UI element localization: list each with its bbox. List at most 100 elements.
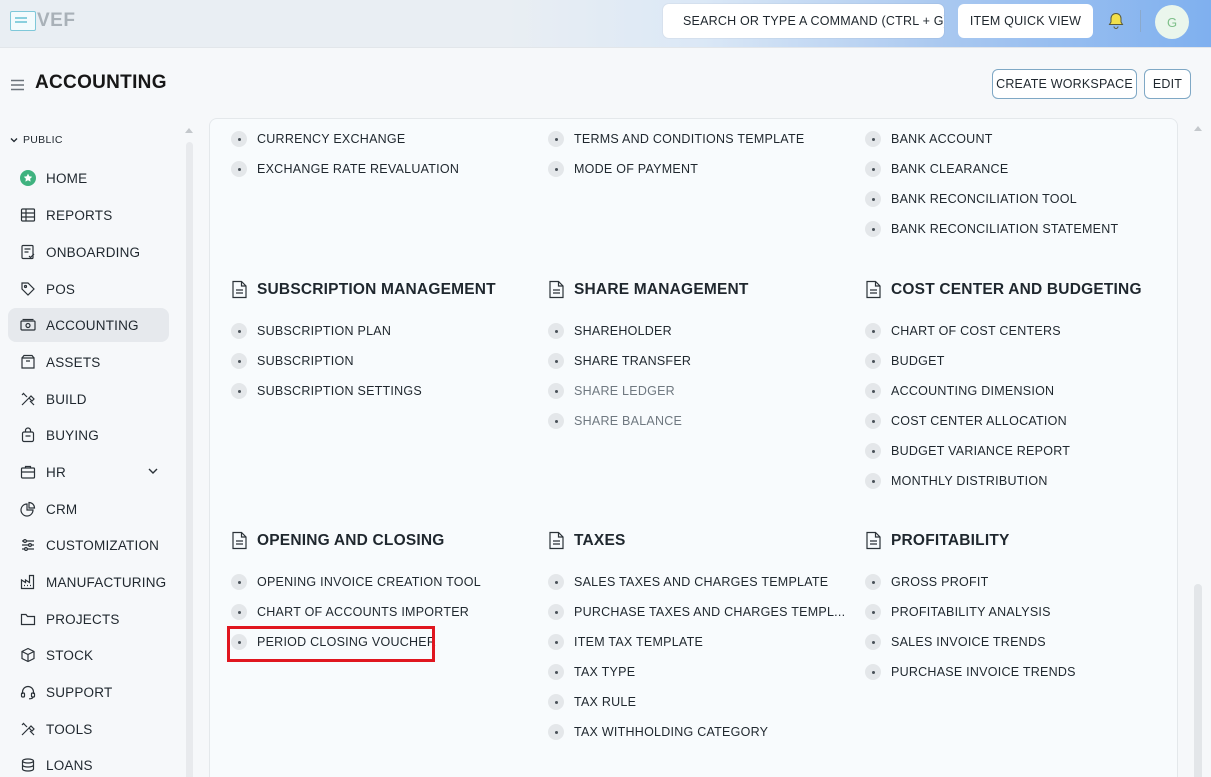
link-share-balance[interactable]: SHARE BALANCE [548,413,682,429]
link-bank-account[interactable]: BANK ACCOUNT [865,131,993,147]
link-accounting-dimension[interactable]: ACCOUNTING DIMENSION [865,383,1054,399]
sidebar-toggle-icon[interactable] [10,78,25,92]
document-icon [549,531,564,550]
user-avatar[interactable]: G [1155,5,1189,39]
card-title-text: PROFITABILITY [891,531,1010,549]
link-monthly-distribution[interactable]: MONTHLY DISTRIBUTION [865,473,1048,489]
link-mode-of-payment[interactable]: MODE OF PAYMENT [548,161,698,177]
sidebar-item-tools[interactable]: TOOLS [8,712,169,746]
card-title-text: SUBSCRIPTION MANAGEMENT [257,280,496,298]
link-budget-variance-report[interactable]: BUDGET VARIANCE REPORT [865,443,1070,459]
sidebar-section-label: PUBLIC [23,134,63,146]
item-quick-view-button[interactable]: ITEM QUICK VIEW [958,4,1093,38]
sidebar-item-loans[interactable]: LOANS [8,748,169,777]
sidebar-item-projects[interactable]: PROJECTS [8,602,169,636]
link-label: SHARE TRANSFER [574,354,692,368]
link-tax-withholding-category[interactable]: TAX WITHHOLDING CATEGORY [548,724,768,740]
content-scroll-up-arrow[interactable] [1194,126,1202,131]
app-logo[interactable]: VEF [10,10,75,31]
sidebar-item-buying[interactable]: BUYING [8,418,169,452]
link-item-tax-template[interactable]: ITEM TAX TEMPLATE [548,634,703,650]
bullet-dot [231,323,247,339]
chevron-down-icon[interactable] [147,465,159,477]
link-label: BANK RECONCILIATION STATEMENT [891,222,1119,236]
link-label: SHARE BALANCE [574,414,683,428]
link-budget[interactable]: BUDGET [865,353,945,369]
bullet-dot [548,664,564,680]
sidebar-item-manufacturing[interactable]: MANUFACTURING [8,565,169,599]
notification-bell-icon[interactable] [1106,11,1126,31]
link-label: CURRENCY EXCHANGE [257,132,406,146]
coins-icon [20,757,36,773]
home-star-icon [20,170,36,186]
search-input[interactable]: SEARCH OR TYPE A COMMAND (CTRL + G) [663,4,944,38]
link-sales-taxes-and-charges-template[interactable]: SALES TAXES AND CHARGES TEMPLATE [548,574,828,590]
link-tax-type[interactable]: TAX TYPE [548,664,635,680]
sidebar-item-home[interactable]: HOME [8,161,169,195]
checklist-icon [20,244,36,260]
link-label: SUBSCRIPTION [257,354,354,368]
bullet-dot [548,724,564,740]
link-label: ACCOUNTING DIMENSION [891,384,1055,398]
sidebar-item-reports[interactable]: REPORTS [8,198,169,232]
link-label: BANK ACCOUNT [891,132,993,146]
link-profitability-analysis[interactable]: PROFITABILITY ANALYSIS [865,604,1051,620]
bullet-dot [231,604,247,620]
sidebar-section-public[interactable]: PUBLIC [10,134,63,146]
link-purchase-invoice-trends[interactable]: PURCHASE INVOICE TRENDS [865,664,1076,680]
sidebar-item-customization[interactable]: CUSTOMIZATION [8,528,169,562]
card-title-share-management: SHARE MANAGEMENT [548,280,749,299]
link-subscription-plan[interactable]: SUBSCRIPTION PLAN [231,323,391,339]
sidebar-item-assets[interactable]: ASSETS [8,345,169,379]
sidebar-item-label: PROJECTS [46,611,120,627]
sidebar-item-onboarding[interactable]: ONBOARDING [8,235,169,269]
sidebar-item-build[interactable]: BUILD [8,382,169,416]
link-tax-rule[interactable]: TAX RULE [548,694,636,710]
link-label: ITEM TAX TEMPLATE [574,635,704,649]
sidebar-item-label: STOCK [46,647,94,663]
link-terms-and-conditions-template[interactable]: TERMS AND CONDITIONS TEMPLATE [548,131,804,147]
link-currency-exchange[interactable]: CURRENCY EXCHANGE [231,131,406,147]
sidebar-item-pos[interactable]: POS [8,272,169,306]
link-shareholder[interactable]: SHAREHOLDER [548,323,672,339]
sidebar-item-label: ASSETS [46,354,101,370]
highlight-box [227,626,435,662]
card-title-text: SHARE MANAGEMENT [574,280,749,298]
sidebar-item-label: SUPPORT [46,684,113,700]
link-bank-reconciliation-statement[interactable]: BANK RECONCILIATION STATEMENT [865,221,1118,237]
sidebar-scrollbar[interactable] [186,142,193,777]
link-share-ledger[interactable]: SHARE LEDGER [548,383,675,399]
link-bank-reconciliation-tool[interactable]: BANK RECONCILIATION TOOL [865,191,1077,207]
sidebar-item-label: ONBOARDING [46,244,141,260]
link-cost-center-allocation[interactable]: COST CENTER ALLOCATION [865,413,1067,429]
link-sales-invoice-trends[interactable]: SALES INVOICE TRENDS [865,634,1046,650]
edit-button[interactable]: EDIT [1144,69,1191,99]
link-exchange-rate-revaluation[interactable]: EXCHANGE RATE REVALUATION [231,161,459,177]
link-share-transfer[interactable]: SHARE TRANSFER [548,353,691,369]
link-subscription[interactable]: SUBSCRIPTION [231,353,354,369]
link-purchase-taxes-and-charges-template[interactable]: PURCHASE TAXES AND CHARGES TEMPL... [548,604,845,620]
link-chart-of-accounts-importer[interactable]: CHART OF ACCOUNTS IMPORTER [231,604,469,620]
create-workspace-button[interactable]: CREATE WORKSPACE [992,69,1137,99]
sidebar-scroll-up-arrow[interactable] [185,128,193,133]
sidebar-item-accounting[interactable]: ACCOUNTING [8,308,169,342]
table-icon [20,207,36,223]
document-icon [866,280,881,299]
link-label: MONTHLY DISTRIBUTION [891,474,1048,488]
link-gross-profit[interactable]: GROSS PROFIT [865,574,988,590]
logo-mark-icon [10,11,36,31]
sidebar-item-hr[interactable]: HR [8,455,169,489]
link-subscription-settings[interactable]: SUBSCRIPTION SETTINGS [231,383,422,399]
sidebar-item-crm[interactable]: CRM [8,492,169,526]
link-opening-invoice-creation-tool[interactable]: OPENING INVOICE CREATION TOOL [231,574,481,590]
sidebar: PUBLIC HOME REPORTS ONBOARDING POS ACCOU… [0,120,196,777]
page-title: ACCOUNTING [35,72,167,93]
content-scrollbar[interactable] [1194,584,1202,777]
top-navbar: VEF SEARCH OR TYPE A COMMAND (CTRL + G) … [0,0,1211,48]
link-bank-clearance[interactable]: BANK CLEARANCE [865,161,1008,177]
sidebar-item-support[interactable]: SUPPORT [8,675,169,709]
bullet-dot [865,191,881,207]
sidebar-item-stock[interactable]: STOCK [8,638,169,672]
sidebar-item-label: POS [46,281,76,297]
link-chart-of-cost-centers[interactable]: CHART OF COST CENTERS [865,323,1061,339]
